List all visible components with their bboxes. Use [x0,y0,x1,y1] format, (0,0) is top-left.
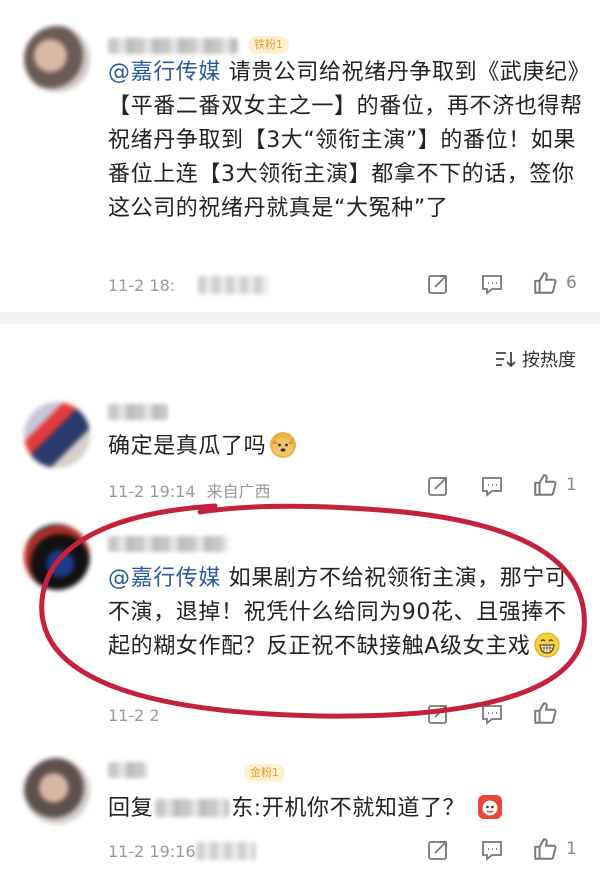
thumbs-up-icon [534,838,557,860]
comment-location: 来自广西 [206,482,271,501]
like-count: 1 [566,475,577,495]
comment-1: 铁粉1 @嘉行传媒 请贵公司给祝绪丹争取到《武庚纪》【平番二番双女主之一】的番位… [0,0,600,320]
forward-icon [428,705,447,724]
comment-icon [482,275,502,295]
forward-icon [428,841,447,860]
like-count: 1 [566,839,577,859]
comment-4: 金粉1 回复 东:开机你不就知道了？ 11-2 19:16 1 [0,750,600,877]
comment-time: 11-2 19:16 [108,842,196,861]
forward-icon [428,477,447,496]
thumbs-up-icon [534,272,557,294]
like-count: 6 [566,273,577,293]
avatar[interactable] [24,402,90,468]
mention-link[interactable]: @嘉行传媒 [108,60,221,85]
avatar[interactable] [24,26,90,92]
comment-icon [482,841,502,861]
fan-badge: 金粉1 [244,764,285,782]
comment-text: @嘉行传媒 如果剧方不给祝领衔主演，那宁可不演，退掉！祝凭什么给同为90花、且强… [108,566,568,659]
username-blurred[interactable] [108,38,238,54]
sort-by-hot-button[interactable]: 按热度 [494,346,576,372]
comment-time: 11-2 2 [108,706,160,725]
mention-link[interactable]: @嘉行传媒 [108,566,221,591]
thumbs-up-icon [534,474,557,496]
comment-text: 回复 东:开机你不就知道了？ [108,792,588,826]
forward-button[interactable] [426,474,450,498]
section-divider [0,312,600,324]
like-button[interactable]: 1 [532,472,577,498]
like-button[interactable] [532,700,558,726]
location-blurred [196,842,256,860]
comment-text: 确定是真瓜了吗 [108,430,588,464]
like-button[interactable]: 6 [532,270,577,296]
location-blurred [198,276,268,294]
comment-icon [482,705,502,725]
comment-3: @嘉行传媒 如果剧方不给祝领衔主演，那宁可不演，退掉！祝凭什么给同为90花、且强… [0,520,600,740]
avatar[interactable] [24,758,90,824]
fan-badge: 铁粉1 [248,36,289,54]
forward-icon [428,275,447,294]
comment-icon [482,477,502,497]
thumbs-up-icon [534,702,557,724]
comment-time: 11-2 19:14 来自广西 [108,482,271,501]
forward-button[interactable] [426,272,450,296]
username-blurred[interactable] [108,762,148,778]
username-blurred[interactable] [108,536,228,552]
reply-button[interactable] [480,474,504,498]
like-button[interactable]: 1 [532,836,577,862]
forward-button[interactable] [426,702,450,726]
reply-button[interactable] [480,702,504,726]
reply-button[interactable] [480,272,504,296]
comment-text: @嘉行传媒 请贵公司给祝绪丹争取到《武庚纪》【平番二番双女主之一】的番位，再不济… [108,60,583,221]
red-face-emoji [477,794,503,820]
avatar[interactable] [24,524,90,590]
sort-icon [496,352,516,368]
username-blurred[interactable] [108,404,168,420]
reply-target-blurred[interactable] [155,799,230,817]
reply-button[interactable] [480,838,504,862]
sort-label: 按热度 [522,350,576,371]
grin-emoji [534,632,560,658]
forward-button[interactable] [426,838,450,862]
doge-emoji [270,432,297,458]
comment-2: 确定是真瓜了吗 11-2 19:14 来自广西 1 [0,390,600,510]
comment-time: 11-2 18: [108,276,176,295]
